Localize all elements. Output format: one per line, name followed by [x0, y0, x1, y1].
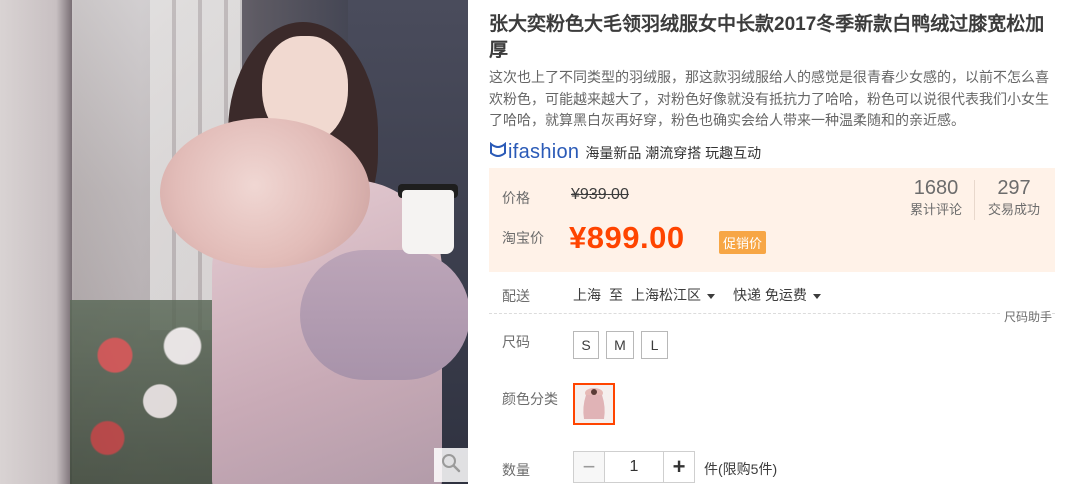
photo-flowers [70, 300, 220, 484]
color-swatch-pink[interactable] [573, 383, 615, 425]
ship-method-dropdown[interactable]: 快递 免运费 [733, 285, 821, 305]
product-photo[interactable] [0, 0, 468, 484]
size-option-m[interactable]: M [606, 331, 634, 359]
ifashion-logo[interactable]: ifashion [489, 141, 579, 164]
quantity-input[interactable]: 1 [605, 451, 663, 483]
ship-method: 快递 [733, 287, 761, 303]
review-stat[interactable]: 1680 累计评论 [901, 176, 971, 220]
promo-badge: 促销价 [719, 231, 767, 254]
brand-slogan: 海量新品 潮流穿搭 玩趣互动 [585, 144, 762, 161]
ship-fee: 免运费 [764, 287, 807, 303]
size-helper-link[interactable]: 尺码助手 [1000, 308, 1053, 325]
color-label: 颜色分类 [502, 391, 558, 407]
section-divider [489, 313, 1055, 314]
ifashion-logo-text: ifashion [508, 141, 580, 163]
quantity-minus-button[interactable]: − [573, 451, 605, 483]
taobao-price-label: 淘宝价 [502, 230, 544, 246]
ship-to-dropdown[interactable]: 上海松江区 [631, 285, 715, 305]
ship-to-word: 至 [609, 287, 623, 303]
deals-stat[interactable]: 297 交易成功 [979, 176, 1049, 220]
ship-from: 上海 [573, 287, 601, 303]
original-price: ¥939.00 [571, 186, 629, 203]
review-count: 1680 [913, 177, 959, 199]
photo-coat-sleeve [300, 250, 468, 380]
stat-divider [974, 180, 975, 220]
zoom-button[interactable] [434, 448, 468, 482]
deals-count: 297 [997, 177, 1031, 199]
size-label: 尺码 [502, 334, 530, 350]
quantity-plus-button[interactable]: + [663, 451, 695, 483]
photo-coffee-cup [402, 190, 454, 254]
quantity-stepper: − 1 + [573, 451, 695, 483]
chevron-down-icon [707, 293, 715, 299]
deals-label: 交易成功 [987, 202, 1040, 217]
ifashion-logo-icon [489, 141, 508, 164]
shipping-label: 配送 [502, 288, 530, 304]
size-option-l[interactable]: L [641, 331, 668, 359]
brand-banner[interactable]: ifashion 海量新品 潮流穿搭 玩趣互动 [489, 141, 761, 164]
chevron-down-icon [812, 293, 821, 299]
photo-fur-collar [160, 118, 370, 268]
product-title: 张大奕粉色大毛领羽绒服女中长款2017冬季新款白鸭绒过膝宽松加厚 [489, 14, 1045, 61]
price-panel: 价格 ¥939.00 淘宝价 ¥899.00 促销价 1680 累计评论 297… [489, 168, 1055, 272]
review-label: 累计评论 [909, 202, 962, 217]
quantity-label: 数量 [502, 462, 530, 478]
ship-to: 上海松江区 [631, 287, 701, 303]
price-label: 价格 [502, 190, 530, 206]
quantity-limit-note: 件(限购5件) [704, 461, 778, 477]
current-price: ¥899.00 [569, 220, 685, 255]
size-option-s[interactable]: S [573, 331, 599, 359]
pink-coat-thumbnail [583, 388, 605, 419]
magnifier-icon [441, 453, 461, 478]
product-description: 这次也上了不同类型的羽绒服，那这款羽绒服给人的感觉是很青春少女感的，以前不怎么喜… [489, 69, 1049, 128]
shipping-row: 上海 至 上海松江区 快递 免运费 [573, 285, 821, 305]
